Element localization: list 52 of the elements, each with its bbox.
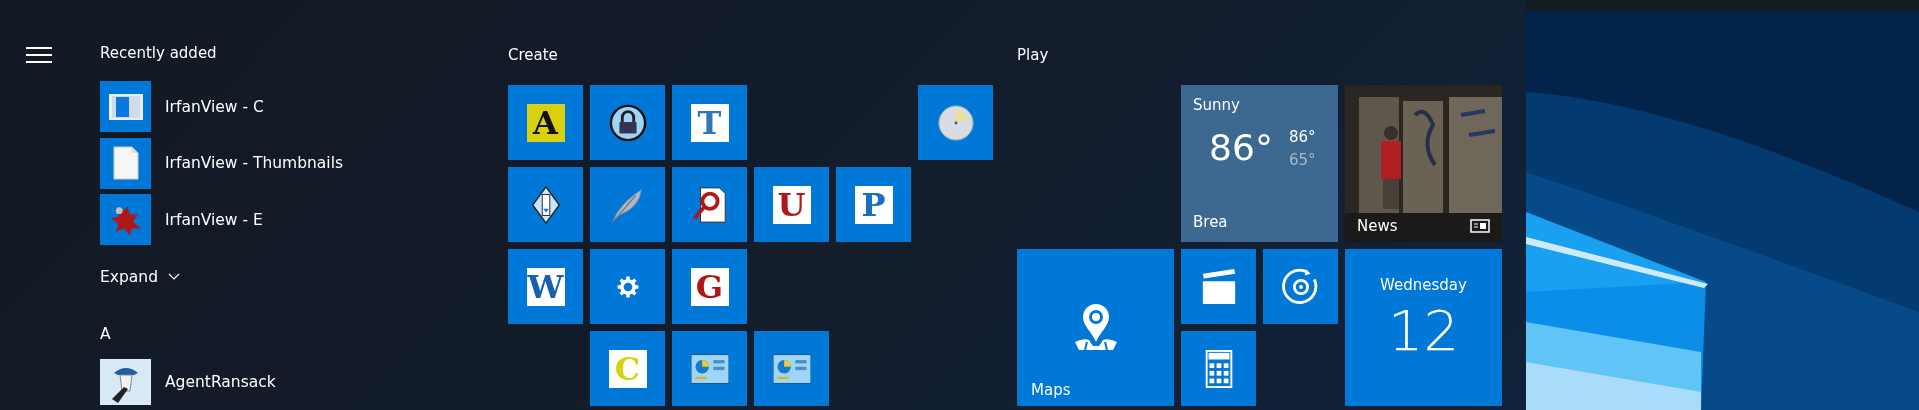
app-tile[interactable]: A: [508, 85, 583, 160]
weekday-label: Wednesday: [1380, 275, 1467, 295]
section-heading: Recently added: [100, 43, 217, 63]
app-tile[interactable]: [1263, 249, 1338, 324]
disc-icon: [1281, 267, 1320, 306]
tile-label: News: [1357, 216, 1398, 236]
temperature: 86°: [1208, 128, 1274, 168]
clock-icon: [936, 103, 975, 142]
app-tile[interactable]: [590, 249, 665, 324]
letter-logo: U: [772, 185, 811, 224]
letter-logo: W: [526, 267, 565, 306]
news-icon: [1470, 219, 1490, 233]
app-tile[interactable]: P: [836, 167, 911, 242]
date-number: 12: [1387, 299, 1460, 363]
weather-condition: Sunny: [1193, 95, 1240, 115]
expand-button[interactable]: Expand: [100, 267, 180, 287]
weather-tile[interactable]: Sunny 86° 86° 65° Brea: [1181, 85, 1338, 242]
group-heading: Create: [508, 45, 558, 65]
app-tile[interactable]: [1181, 249, 1256, 324]
app-tile[interactable]: [754, 331, 829, 406]
group-heading: Play: [1017, 45, 1049, 65]
high-temperature: 86°: [1289, 127, 1316, 148]
padlock-icon: [608, 103, 647, 142]
app-tile[interactable]: [1181, 331, 1256, 406]
app-tile[interactable]: U: [754, 167, 829, 242]
location-label: Brea: [1193, 212, 1228, 232]
app-tile[interactable]: W: [508, 249, 583, 324]
app-tile[interactable]: T: [672, 85, 747, 160]
app-tile[interactable]: [918, 85, 993, 160]
app-list-item[interactable]: IrfanView - C: [100, 81, 264, 132]
app-tile[interactable]: G: [672, 249, 747, 324]
letter-logo: P: [854, 185, 893, 224]
letter-logo: A: [526, 103, 565, 142]
menu-icon[interactable]: [26, 47, 52, 63]
news-tile[interactable]: News: [1345, 85, 1502, 242]
app-list-item[interactable]: IrfanView - E: [100, 194, 263, 245]
app-list-item[interactable]: IrfanView - Thumbnails: [100, 137, 343, 189]
app-tile[interactable]: [672, 331, 747, 406]
low-temperature: 65°: [1289, 150, 1316, 171]
section-letter[interactable]: A: [100, 324, 111, 344]
letter-logo: G: [690, 267, 729, 306]
letter-logo: T: [690, 103, 729, 142]
app-tile[interactable]: [590, 85, 665, 160]
calculator-icon: [1204, 349, 1233, 388]
maps-tile[interactable]: Maps: [1017, 249, 1174, 406]
letter-logo: C: [608, 349, 647, 388]
app-tile[interactable]: [508, 167, 583, 242]
app-tile[interactable]: [672, 167, 747, 242]
calendar-tile[interactable]: Wednesday 12: [1345, 249, 1502, 406]
app-list-item[interactable]: AgentRansack: [100, 358, 276, 405]
app-tile[interactable]: [590, 167, 665, 242]
chevron-down-icon: [167, 273, 180, 281]
